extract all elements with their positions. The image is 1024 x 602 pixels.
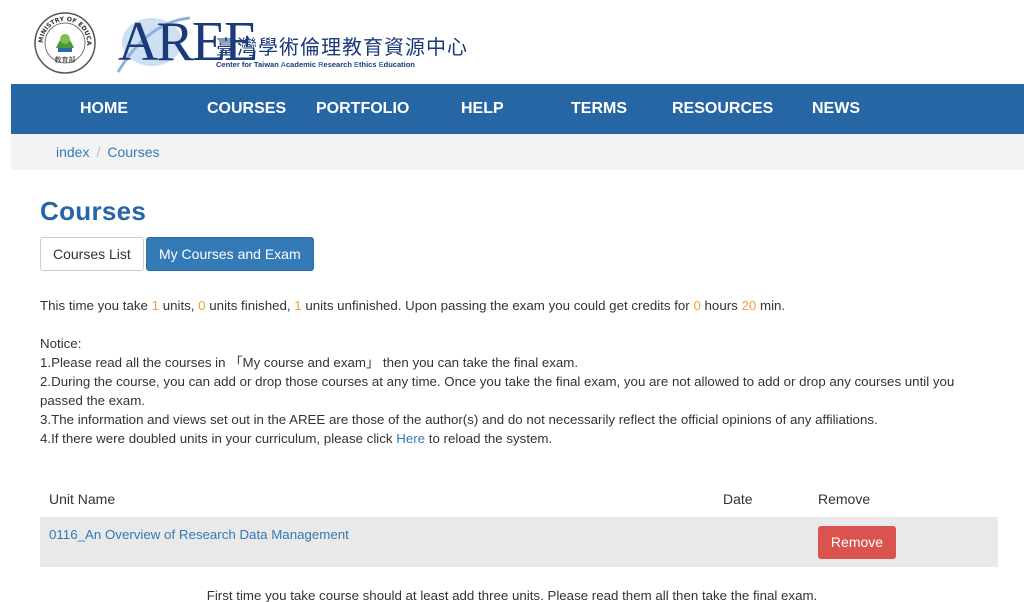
ministry-of-education-seal-logo[interactable]: MINISTRY OF EDUCATION 教育部 [34, 12, 96, 74]
credit-hours: 0 [693, 298, 701, 313]
notice-line-3: 3.The information and views set out in t… [40, 412, 878, 427]
breadcrumb-courses-link[interactable]: Courses [107, 144, 159, 160]
nav-home[interactable]: HOME [80, 84, 128, 134]
table-header: Unit Name Date Remove [40, 484, 998, 516]
units-taken-count: 1 [151, 298, 159, 313]
column-header-unit-name: Unit Name [49, 491, 116, 507]
notice-heading: Notice: [40, 336, 82, 351]
courses-list-button[interactable]: Courses List [40, 237, 144, 271]
table-row: 0116_An Overview of Research Data Manage… [40, 517, 998, 567]
unit-name-link[interactable]: 0116_An Overview of Research Data Manage… [49, 527, 349, 542]
nav-courses[interactable]: COURSES [207, 84, 286, 134]
notice-line-4: 4.If there were doubled units in your cu… [40, 431, 553, 446]
column-header-date: Date [723, 491, 753, 507]
my-courses-and-exam-button[interactable]: My Courses and Exam [146, 237, 314, 271]
units-finished-count: 0 [198, 298, 206, 313]
nav-terms[interactable]: TERMS [571, 84, 627, 134]
breadcrumb: index / Courses [11, 134, 1024, 170]
org-name-english: Center for Taiwan Academic Research Ethi… [216, 60, 415, 69]
site-header: MINISTRY OF EDUCATION 教育部 AREE 臺灣學術倫理教育資… [0, 0, 1024, 84]
course-summary-text: This time you take 1 units, 0 units fini… [40, 298, 786, 313]
notice-line-1: 1.Please read all the courses in 「My cou… [40, 355, 579, 370]
nav-help[interactable]: HELP [461, 84, 504, 134]
org-name-chinese: 臺灣學術倫理教育資源中心 [216, 35, 468, 59]
remove-button[interactable]: Remove [818, 526, 896, 559]
nav-resources[interactable]: RESOURCES [672, 84, 773, 134]
credit-minutes: 20 [741, 298, 757, 313]
reload-here-link[interactable]: Here [396, 431, 425, 446]
seal-bottom-text: 教育部 [55, 55, 76, 64]
units-unfinished-count: 1 [294, 298, 302, 313]
footnote-text: First time you take course should at lea… [206, 588, 818, 602]
breadcrumb-separator: / [96, 144, 101, 160]
notice-line-2: 2.During the course, you can add or drop… [40, 374, 955, 408]
column-header-remove: Remove [818, 491, 871, 507]
breadcrumb-index-link[interactable]: index [56, 144, 89, 160]
nav-news[interactable]: NEWS [812, 84, 860, 134]
main-navbar: HOME COURSES PORTFOLIO HELP TERMS RESOUR… [11, 84, 1024, 134]
nav-portfolio[interactable]: PORTFOLIO [316, 84, 409, 134]
notice-block: Notice: 1.Please read all the courses in… [40, 334, 1000, 448]
page-title: Courses [40, 196, 147, 226]
